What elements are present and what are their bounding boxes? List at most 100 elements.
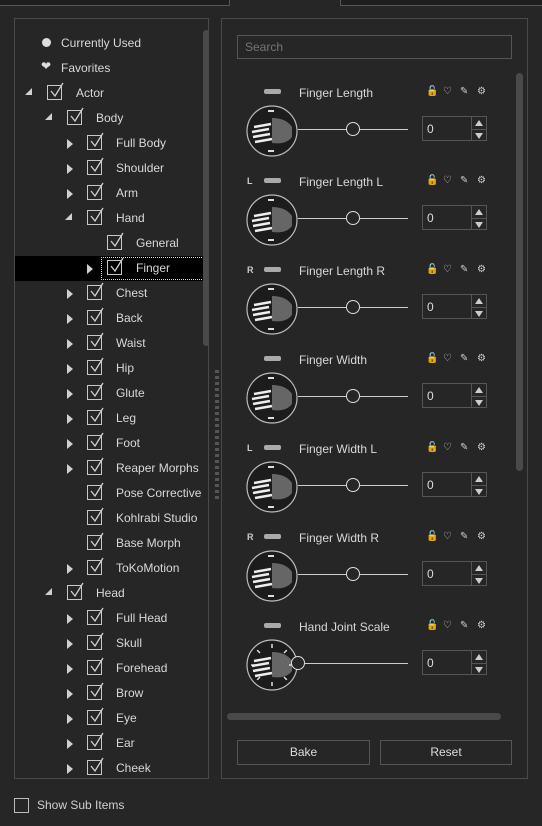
value-input[interactable]: 0 — [422, 383, 472, 408]
tree-item[interactable]: Ear — [15, 731, 208, 756]
tree-item-checkbox[interactable] — [87, 557, 104, 575]
value-spinner[interactable] — [471, 294, 487, 319]
expand-arrow-icon[interactable] — [67, 139, 73, 149]
tree-item[interactable]: Forehead — [15, 656, 208, 681]
heart-icon[interactable]: ♡ — [443, 264, 452, 275]
tree-item-checkbox[interactable] — [87, 457, 104, 475]
spin-down-icon[interactable] — [472, 129, 486, 141]
spin-down-icon[interactable] — [472, 485, 486, 497]
reset-button[interactable]: Reset — [380, 740, 512, 765]
spin-up-icon[interactable] — [472, 651, 486, 663]
tree-item[interactable]: Waist — [15, 331, 208, 356]
collapse-arrow-icon[interactable] — [45, 588, 52, 595]
slider-knob[interactable] — [346, 211, 360, 225]
tree-item-checkbox[interactable] — [87, 482, 104, 500]
spin-up-icon[interactable] — [472, 117, 486, 129]
tree-item-checkbox[interactable] — [67, 582, 84, 600]
tree-item[interactable]: Full Body — [15, 131, 208, 156]
expand-arrow-icon[interactable] — [67, 614, 73, 624]
value-spinner[interactable] — [471, 383, 487, 408]
heart-icon[interactable]: ♡ — [443, 353, 452, 364]
tree-item[interactable]: Leg — [15, 406, 208, 431]
gear-icon[interactable]: ⚙ — [477, 353, 486, 364]
tree-item-checkbox[interactable] — [87, 157, 104, 175]
tree-item[interactable]: Arm — [15, 181, 208, 206]
spin-down-icon[interactable] — [472, 396, 486, 408]
tree-item[interactable]: General — [15, 231, 208, 256]
expand-arrow-icon[interactable] — [67, 414, 73, 424]
expand-arrow-icon[interactable] — [67, 389, 73, 399]
expand-arrow-icon[interactable] — [87, 264, 93, 274]
slider-knob[interactable] — [346, 300, 360, 314]
spin-up-icon[interactable] — [472, 384, 486, 396]
spin-up-icon[interactable] — [472, 473, 486, 485]
top-tab-right[interactable] — [340, 0, 542, 6]
tree-item[interactable]: Chest — [15, 281, 208, 306]
tree-item-checkbox[interactable] — [87, 332, 104, 350]
gear-icon[interactable]: ⚙ — [477, 531, 486, 542]
tree-item[interactable]: Glute — [15, 381, 208, 406]
pencil-icon[interactable]: ✎ — [460, 86, 468, 97]
value-spinner[interactable] — [471, 116, 487, 141]
tree-item-checkbox[interactable] — [87, 307, 104, 325]
value-input[interactable]: 0 — [422, 561, 472, 586]
value-input[interactable]: 0 — [422, 472, 472, 497]
spin-down-icon[interactable] — [472, 218, 486, 230]
search-input[interactable] — [237, 35, 512, 59]
expand-arrow-icon[interactable] — [67, 639, 73, 649]
value-spinner[interactable] — [471, 650, 487, 675]
collapse-arrow-icon[interactable] — [25, 88, 32, 95]
tree-item-checkbox[interactable] — [87, 282, 104, 300]
expand-arrow-icon[interactable] — [67, 689, 73, 699]
slider-knob[interactable] — [346, 389, 360, 403]
tree-item-checkbox[interactable] — [107, 232, 124, 250]
pencil-icon[interactable]: ✎ — [460, 620, 468, 631]
tree-item[interactable]: Finger — [15, 256, 208, 281]
gear-icon[interactable]: ⚙ — [477, 264, 486, 275]
value-input[interactable]: 0 — [422, 116, 472, 141]
splitter-handle[interactable] — [215, 370, 219, 500]
tree-item-checkbox[interactable] — [87, 682, 104, 700]
expand-arrow-icon[interactable] — [67, 364, 73, 374]
tree-item[interactable]: Full Head — [15, 606, 208, 631]
gear-icon[interactable]: ⚙ — [477, 86, 486, 97]
lock-icon[interactable]: 🔓 — [426, 442, 438, 453]
heart-icon[interactable]: ♡ — [443, 531, 452, 542]
expand-arrow-icon[interactable] — [67, 714, 73, 724]
heart-icon[interactable]: ♡ — [443, 175, 452, 186]
tree-item-checkbox[interactable] — [87, 132, 104, 150]
heart-icon[interactable]: ♡ — [443, 442, 452, 453]
tree-item-checkbox[interactable] — [87, 507, 104, 525]
tree-item[interactable]: Shoulder — [15, 156, 208, 181]
tree-item[interactable]: Currently Used — [15, 31, 208, 56]
tree-item-checkbox[interactable] — [87, 432, 104, 450]
tree-item-checkbox[interactable] — [87, 207, 104, 225]
slider-knob[interactable] — [346, 478, 360, 492]
tree-item[interactable]: Actor — [15, 81, 208, 106]
spin-down-icon[interactable] — [472, 307, 486, 319]
tree-item-checkbox[interactable] — [87, 657, 104, 675]
tree-item-checkbox[interactable] — [47, 82, 64, 100]
expand-arrow-icon[interactable] — [67, 564, 73, 574]
collapse-arrow-icon[interactable] — [45, 113, 52, 120]
tree-item[interactable]: Hand — [15, 206, 208, 231]
lock-icon[interactable]: 🔓 — [426, 264, 438, 275]
expand-arrow-icon[interactable] — [67, 464, 73, 474]
tree-item[interactable]: Reaper Morphs — [15, 456, 208, 481]
tree-item[interactable]: Foot — [15, 431, 208, 456]
slider-hscrollbar[interactable] — [227, 713, 501, 720]
pencil-icon[interactable]: ✎ — [460, 442, 468, 453]
tree-item-checkbox[interactable] — [87, 532, 104, 550]
heart-icon[interactable]: ♡ — [443, 86, 452, 97]
tree-item[interactable]: Eye — [15, 706, 208, 731]
pencil-icon[interactable]: ✎ — [460, 531, 468, 542]
expand-arrow-icon[interactable] — [67, 764, 73, 774]
expand-arrow-icon[interactable] — [67, 664, 73, 674]
tree-item-checkbox[interactable] — [87, 632, 104, 650]
tree-item-checkbox[interactable] — [87, 707, 104, 725]
tree-item[interactable]: Base Morph — [15, 531, 208, 556]
lock-icon[interactable]: 🔓 — [426, 175, 438, 186]
tree-item-checkbox[interactable] — [87, 607, 104, 625]
tree-item[interactable]: Head — [15, 581, 208, 606]
value-input[interactable]: 0 — [422, 294, 472, 319]
